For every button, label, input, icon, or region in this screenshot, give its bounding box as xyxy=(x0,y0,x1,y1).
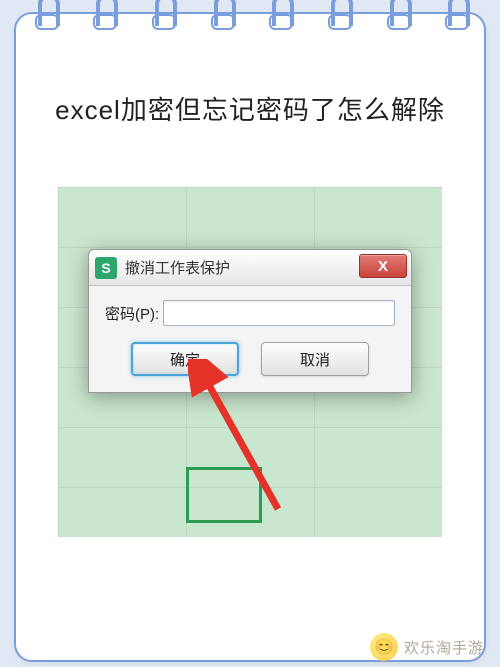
cancel-button[interactable]: 取消 xyxy=(261,342,369,376)
screenshot-area: S 撤消工作表保护 X 密码(P): 确定 取消 xyxy=(58,187,442,537)
app-icon: S xyxy=(95,257,117,279)
password-label: 密码(P): xyxy=(105,303,159,324)
close-button[interactable]: X xyxy=(359,254,407,278)
page-title: excel加密但忘记密码了怎么解除 xyxy=(16,90,484,127)
notebook-page: excel加密但忘记密码了怎么解除 S 撤消工作表保护 X 密码(P): 确定 xyxy=(14,12,486,662)
close-icon: X xyxy=(378,258,388,275)
dialog-title: 撤消工作表保护 xyxy=(125,257,230,278)
dialog-buttons: 确定 取消 xyxy=(105,342,395,376)
selected-cell xyxy=(186,467,262,523)
password-input[interactable] xyxy=(163,300,395,326)
dialog-titlebar: S 撤消工作表保护 X xyxy=(89,250,411,286)
watermark: 😊 欢乐淘手游 xyxy=(370,633,484,661)
ok-button[interactable]: 确定 xyxy=(131,342,239,376)
watermark-text: 欢乐淘手游 xyxy=(404,637,484,658)
notebook-rings xyxy=(0,0,500,38)
watermark-icon: 😊 xyxy=(370,633,398,661)
dialog-body: 密码(P): 确定 取消 xyxy=(89,286,411,392)
unprotect-sheet-dialog: S 撤消工作表保护 X 密码(P): 确定 取消 xyxy=(88,249,412,393)
password-row: 密码(P): xyxy=(105,300,395,326)
